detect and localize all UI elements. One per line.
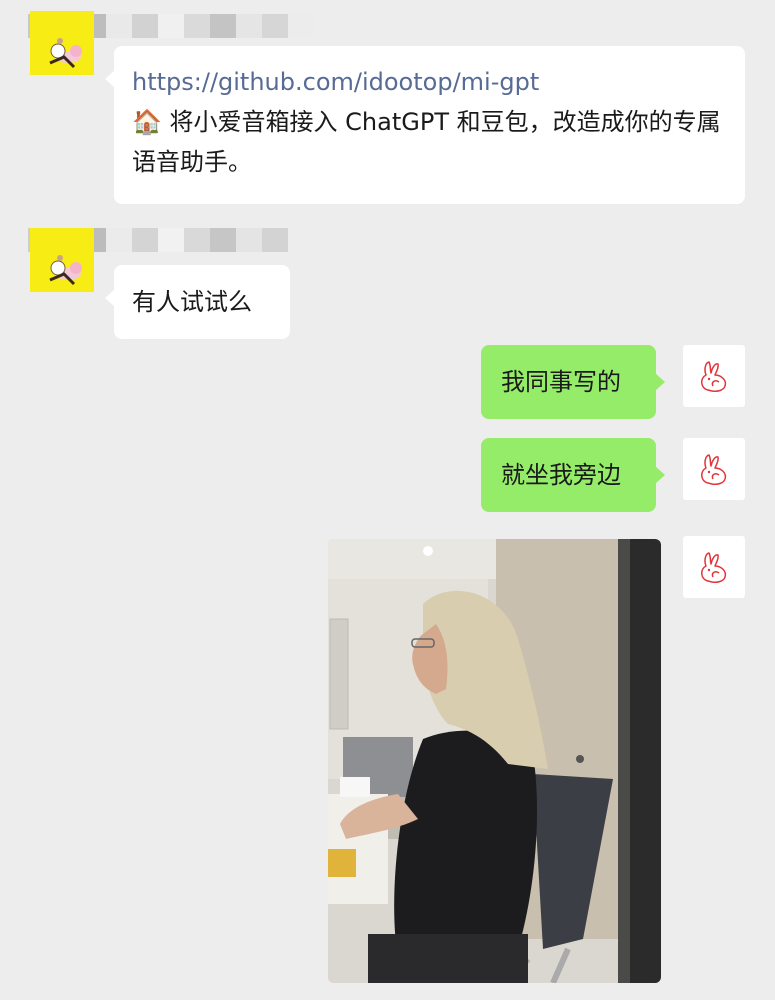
own-avatar[interactable] (683, 536, 745, 598)
message-text: 我同事写的 (501, 368, 621, 396)
cartoon-avatar-icon (30, 228, 94, 292)
rabbit-icon (701, 454, 727, 485)
message-text: 将小爱音箱接入 ChatGPT 和豆包，改造成你的专属语音助手。 (132, 108, 721, 176)
message-bubble-outgoing[interactable]: 就坐我旁边 (481, 438, 665, 512)
message-bubble-link[interactable]: https://github.com/idootop/mi-gpt 🏠 将小爱音… (105, 46, 745, 204)
rabbit-icon (701, 361, 727, 392)
message-bubble-text[interactable]: 有人试试么 (105, 265, 290, 339)
house-emoji-icon: 🏠 (132, 108, 162, 136)
image-message[interactable] (328, 539, 661, 983)
office-photo (328, 539, 661, 983)
sender-avatar[interactable] (30, 11, 94, 75)
own-avatar[interactable] (683, 345, 745, 407)
message-text: 有人试试么 (132, 288, 252, 316)
sender-avatar[interactable] (30, 228, 94, 292)
message-bubble-outgoing[interactable]: 我同事写的 (481, 345, 665, 419)
github-link[interactable]: https://github.com/idootop/mi-gpt (132, 62, 727, 102)
message-text: 就坐我旁边 (501, 461, 621, 489)
rabbit-icon (701, 552, 727, 583)
cartoon-avatar-icon (30, 11, 94, 75)
own-avatar[interactable] (683, 438, 745, 500)
